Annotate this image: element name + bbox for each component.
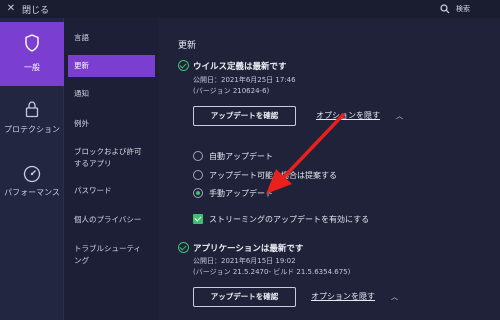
virus-hide-options-link[interactable]: オプションを隠す: [316, 110, 380, 121]
radio-suggest-update-label[interactable]: アップデート可能な場合は提案する: [209, 170, 337, 181]
rail-item-label: 一般: [24, 63, 40, 72]
rail-item-performance[interactable]: パフォーマンス: [0, 153, 64, 217]
close-label[interactable]: 閉じる: [22, 3, 49, 16]
radio-manual-update-label[interactable]: 手動アップデート: [209, 188, 273, 199]
close-icon[interactable]: ✕: [5, 2, 17, 16]
search-label[interactable]: 検索: [456, 4, 470, 14]
app-published-date: 公開日：2021年6月15日 19:02: [193, 257, 296, 265]
virus-status-title: ウイルス定義は最新です: [193, 62, 287, 72]
subnav-item-passwords[interactable]: パスワード: [68, 185, 155, 197]
radio-auto-update-label[interactable]: 自動アップデート: [209, 151, 273, 162]
chevron-up-icon[interactable]: ︿: [396, 111, 403, 121]
rail-item-label: プロテクション: [4, 125, 60, 134]
radio-suggest-update[interactable]: [193, 170, 203, 180]
app-hide-options-link[interactable]: オプションを隠す: [311, 291, 375, 302]
search-icon[interactable]: [440, 4, 450, 14]
settings-subnav: 言語 更新 通知 例外 ブロックおよび許可 するアプリ パスワード 個人のプライ…: [64, 18, 159, 320]
title-bar: ✕ 閉じる 検索: [0, 0, 500, 18]
subnav-item-exceptions[interactable]: 例外: [68, 118, 155, 130]
chevron-up-icon[interactable]: ︿: [391, 292, 398, 302]
subnav-item-language[interactable]: 言語: [68, 32, 155, 44]
subnav-item-troubleshooting[interactable]: トラブルシューティ ング: [68, 243, 155, 267]
subnav-item-privacy[interactable]: 個人のプライバシー: [68, 214, 155, 226]
subnav-item-label-line2: ング: [74, 256, 89, 265]
category-rail: 一般 プロテクション パフォーマンス: [0, 18, 64, 320]
virus-published-date: 公開日：2021年6月25日 17:46: [193, 76, 296, 84]
virus-check-update-button[interactable]: アップデートを確認: [193, 106, 296, 126]
page-title: 更新: [178, 41, 197, 51]
subnav-item-notifications[interactable]: 通知: [68, 88, 155, 100]
virus-version: (バージョン 210624-6): [193, 87, 270, 95]
subnav-item-label-line2: するアプリ: [74, 159, 112, 168]
check-circle-icon: [178, 242, 189, 253]
streaming-updates-label[interactable]: ストリーミングのアップデートを有効にする: [209, 214, 369, 225]
app-version: (バージョン 21.5.2470- ビルド 21.5.6354.675): [193, 268, 351, 276]
subnav-item-blocked-apps[interactable]: ブロックおよび許可 するアプリ: [68, 146, 155, 170]
app-check-update-button[interactable]: アップデートを確認: [193, 287, 296, 307]
check-circle-icon: [178, 60, 189, 71]
subnav-item-update[interactable]: 更新: [68, 55, 155, 77]
rail-item-protection[interactable]: プロテクション: [0, 88, 64, 152]
radio-auto-update[interactable]: [193, 151, 203, 161]
update-panel: 更新 ウイルス定義は最新です 公開日：2021年6月25日 17:46 (バージ…: [160, 18, 500, 320]
subnav-item-label-line1: トラブルシューティ: [74, 244, 142, 253]
rail-item-general[interactable]: 一般: [0, 22, 64, 86]
shield-icon: [25, 34, 39, 52]
gauge-icon: [23, 165, 41, 183]
radio-manual-update[interactable]: [193, 188, 203, 198]
lock-icon: [25, 101, 39, 118]
streaming-updates-checkbox[interactable]: [193, 214, 203, 224]
rail-item-label: パフォーマンス: [4, 188, 60, 197]
subnav-item-label-line1: ブロックおよび許可: [74, 147, 142, 156]
app-status-title: アプリケーションは最新です: [193, 244, 304, 254]
